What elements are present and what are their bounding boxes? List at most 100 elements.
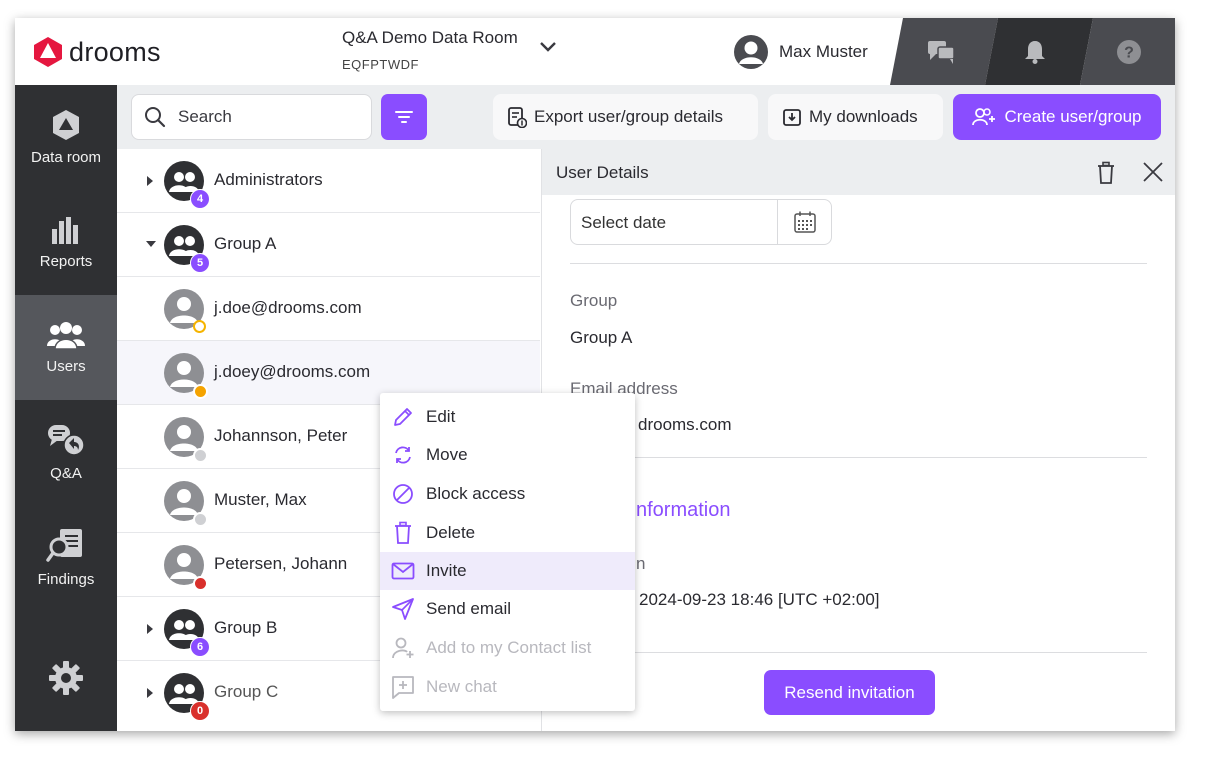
avatar-icon — [734, 35, 768, 69]
notifications-button[interactable] — [991, 18, 1079, 85]
trash-icon[interactable] — [1096, 161, 1116, 185]
invitation-date: 2024-09-23 18:46 [UTC +02:00] — [639, 590, 880, 609]
email-value: drooms.com — [638, 415, 732, 434]
top-bar: drooms Q&A Demo Data Room EQFPTWDF Max M… — [15, 18, 1175, 85]
tree-row-label: Group C — [214, 682, 279, 701]
group-label: Group — [570, 291, 618, 310]
context-menu: Edit Move Block access Delete Invite Sen… — [380, 393, 635, 711]
menu-item-label: New chat — [426, 677, 497, 696]
room-selector[interactable]: Q&A Demo Data Room EQFPTWDF — [342, 28, 518, 72]
tree-row-label: j.doey@drooms.com — [214, 362, 371, 381]
resend-invitation-button[interactable]: Resend invitation — [764, 670, 935, 715]
tree-row-label: Group A — [214, 234, 277, 253]
sidebar: Data room Reports Users Q&A Findings — [15, 85, 117, 731]
users-icon — [47, 322, 85, 350]
sidebar-item-reports[interactable]: Reports — [15, 190, 117, 295]
menu-item-label: Edit — [426, 407, 456, 426]
menu-item-new-chat: New chat — [380, 668, 635, 706]
caret-right-icon[interactable] — [145, 623, 155, 635]
tree-row-label: j.doe@drooms.com — [214, 298, 362, 317]
status-dot — [193, 576, 208, 591]
close-icon[interactable] — [1142, 161, 1164, 183]
findings-icon — [46, 529, 82, 562]
new-chat-icon — [392, 676, 414, 699]
help-button[interactable]: ? — [1085, 18, 1173, 85]
menu-item-label: Block access — [426, 484, 526, 503]
information-section-title: nformation — [636, 499, 731, 521]
svg-text:?: ? — [1124, 44, 1134, 61]
brand-logo[interactable]: drooms — [33, 36, 161, 68]
member-count-badge: 6 — [190, 637, 210, 657]
search-input[interactable] — [176, 106, 360, 128]
invitation-label: n — [636, 554, 646, 573]
user-name: Max Muster — [779, 42, 868, 61]
menu-item-label: Invite — [426, 561, 467, 580]
add-contact-icon — [392, 637, 414, 659]
menu-item-block-access[interactable]: Block access — [380, 475, 635, 513]
tree-row-label: Administrators — [214, 170, 323, 189]
sidebar-item-label: Users — [46, 358, 86, 375]
divider — [570, 652, 1147, 653]
caret-right-icon[interactable] — [145, 175, 155, 187]
sidebar-item-findings[interactable]: Findings — [15, 505, 117, 610]
room-code: EQFPTWDF — [342, 57, 419, 72]
tree-row-label: Group B — [214, 618, 278, 637]
menu-item-invite[interactable]: Invite — [380, 552, 635, 590]
status-dot — [193, 512, 208, 527]
qa-icon — [48, 425, 85, 456]
chat-icon — [928, 40, 955, 64]
details-title: User Details — [556, 163, 649, 182]
search-icon — [145, 107, 166, 128]
tree-row-group[interactable]: 4 Administrators — [117, 149, 540, 213]
date-placeholder: Select date — [581, 213, 667, 232]
add-user-icon — [972, 108, 996, 126]
menu-item-move[interactable]: Move — [380, 436, 635, 474]
export-label: Export user/group details — [534, 107, 723, 126]
caret-down-icon[interactable] — [145, 239, 157, 249]
filter-button[interactable] — [381, 94, 427, 140]
help-icon: ? — [1117, 39, 1141, 64]
status-dot — [193, 448, 208, 463]
chevron-down-icon[interactable] — [538, 40, 558, 54]
calendar-button[interactable] — [777, 200, 832, 244]
sidebar-item-qa[interactable]: Q&A — [15, 400, 117, 505]
tree-row-label: Johannson, Peter — [214, 426, 348, 445]
menu-item-send-email[interactable]: Send email — [380, 590, 635, 628]
sidebar-item-label: Reports — [39, 253, 93, 270]
menu-item-label: Add to my Contact list — [426, 638, 592, 657]
calendar-icon — [794, 211, 816, 233]
sidebar-item-data-room[interactable]: Data room — [15, 85, 117, 190]
menu-item-label: Move — [426, 445, 468, 464]
group-value: Group A — [570, 328, 633, 347]
menu-item-edit[interactable]: Edit — [380, 398, 635, 436]
bell-icon — [1025, 40, 1045, 64]
menu-item-delete[interactable]: Delete — [380, 514, 635, 552]
date-field[interactable]: Select date — [570, 199, 832, 245]
menu-item-label: Delete — [426, 523, 476, 542]
toolbar: Export user/group details My downloads C… — [117, 85, 1175, 149]
create-label: Create user/group — [1004, 107, 1142, 126]
sidebar-item-label: Q&A — [50, 465, 82, 482]
user-menu[interactable]: Max Muster — [733, 34, 868, 70]
download-icon — [783, 109, 801, 126]
create-user-group-button[interactable]: Create user/group — [953, 94, 1161, 140]
sidebar-item-label: Findings — [37, 571, 95, 588]
sidebar-item-users[interactable]: Users — [15, 295, 117, 400]
status-dot — [193, 384, 208, 399]
user-details-panel: User Details Select date Group Group A E… — [541, 149, 1175, 731]
brand-name: drooms — [69, 36, 161, 67]
gear-icon — [49, 660, 83, 695]
app-window: drooms Q&A Demo Data Room EQFPTWDF Max M… — [15, 18, 1175, 731]
my-downloads-button[interactable]: My downloads — [768, 94, 943, 140]
chat-button[interactable] — [897, 18, 985, 85]
tree-row-label: Muster, Max — [214, 490, 307, 509]
export-button[interactable]: Export user/group details — [493, 94, 758, 140]
tree-row-group[interactable]: 5 Group A — [117, 213, 540, 277]
settings-button[interactable] — [15, 625, 117, 730]
menu-item-label: Send email — [426, 599, 512, 618]
caret-right-icon[interactable] — [145, 687, 155, 699]
export-icon — [508, 107, 527, 128]
status-dot — [193, 320, 206, 333]
menu-item-add-contact: Add to my Contact list — [380, 629, 635, 667]
tree-row-user[interactable]: j.doe@drooms.com — [117, 277, 540, 341]
